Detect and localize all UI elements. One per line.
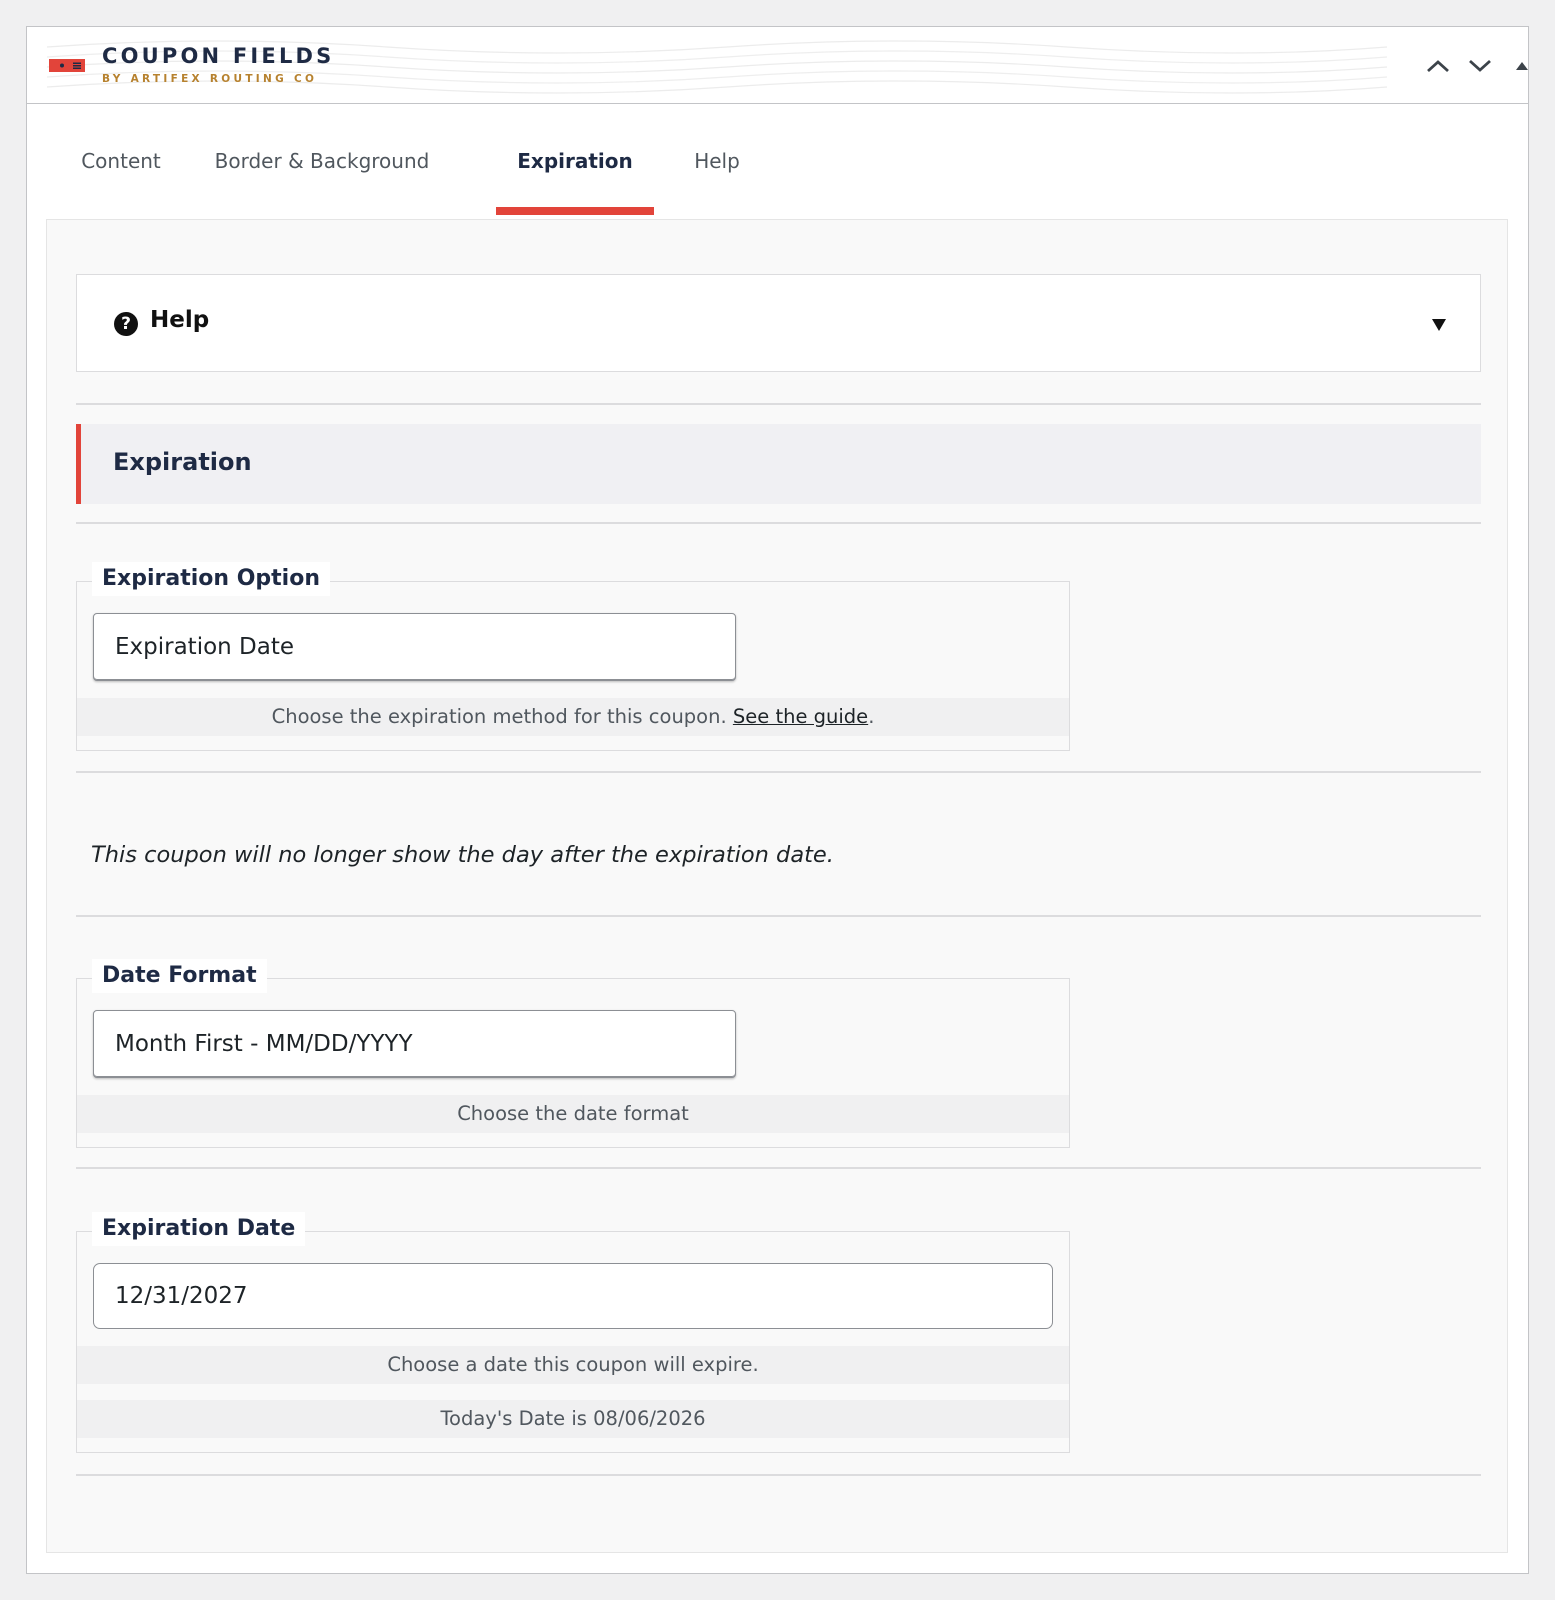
help-accordion[interactable]: ? Help (76, 274, 1481, 372)
expiration-note: This coupon will no longer show the day … (91, 842, 834, 868)
coupon-logo-icon (49, 59, 85, 72)
todays-date-text: Today's Date is 08/06/2026 (77, 1400, 1069, 1438)
chevron-down-icon (1469, 59, 1491, 72)
date-format-field: Date Format Month First - MM/DD/YYYY Cho… (76, 959, 1070, 1148)
expiration-option-help-text: Choose the expiration method for this co… (271, 705, 727, 728)
panel-subtitle: BY ARTIFEX ROUTING CO (102, 73, 318, 85)
tab-content[interactable]: Content (71, 104, 171, 218)
date-format-label: Date Format (92, 959, 267, 993)
expiration-option-field: Expiration Option Expiration Date Choose… (76, 562, 1070, 751)
tab-bar: Content Border & Background Expiration H… (27, 104, 1528, 218)
date-format-select[interactable]: Month First - MM/DD/YYYY (93, 1010, 736, 1078)
expiration-option-select[interactable]: Expiration Date (93, 613, 736, 681)
section-title: Expiration (113, 448, 252, 476)
divider (76, 915, 1481, 917)
expiration-date-label: Expiration Date (92, 1212, 306, 1246)
expiration-date-input[interactable]: 12/31/2027 (93, 1263, 1053, 1329)
expiration-date-field: Expiration Date 12/31/2027 Choose a date… (76, 1212, 1070, 1453)
move-up-button[interactable] (1423, 51, 1453, 81)
section-heading: Expiration (76, 424, 1481, 504)
date-format-description: Choose the date format (77, 1095, 1069, 1133)
expiration-option-label: Expiration Option (92, 562, 330, 596)
help-title: Help (150, 307, 210, 333)
divider (76, 1167, 1481, 1169)
divider (76, 771, 1481, 773)
divider (76, 1474, 1481, 1476)
chevron-up-icon (1427, 60, 1449, 73)
coupon-fields-panel: COUPON FIELDS BY ARTIFEX ROUTING CO Cont… (26, 26, 1529, 1574)
tab-border-background[interactable]: Border & Background (207, 104, 437, 218)
question-circle-icon: ? (114, 312, 138, 336)
see-the-guide-link[interactable]: See the guide (733, 705, 868, 728)
expiration-option-description: Choose the expiration method for this co… (77, 698, 1069, 736)
expiration-date-description: Choose a date this coupon will expire. (77, 1346, 1069, 1384)
triangle-up-icon (1516, 62, 1528, 70)
caret-down-icon[interactable] (1432, 319, 1446, 331)
tab-expiration[interactable]: Expiration (496, 104, 654, 218)
tab-content-area: ? Help Expiration Expiration Option Expi… (46, 219, 1508, 1553)
description-period: . (868, 705, 875, 728)
panel-title: COUPON FIELDS (102, 44, 335, 68)
tab-help[interactable]: Help (682, 104, 752, 218)
move-down-button[interactable] (1465, 51, 1495, 81)
panel-header: COUPON FIELDS BY ARTIFEX ROUTING CO (27, 27, 1528, 104)
divider (76, 403, 1481, 405)
divider (76, 522, 1481, 524)
collapse-panel-button[interactable] (1507, 51, 1537, 81)
